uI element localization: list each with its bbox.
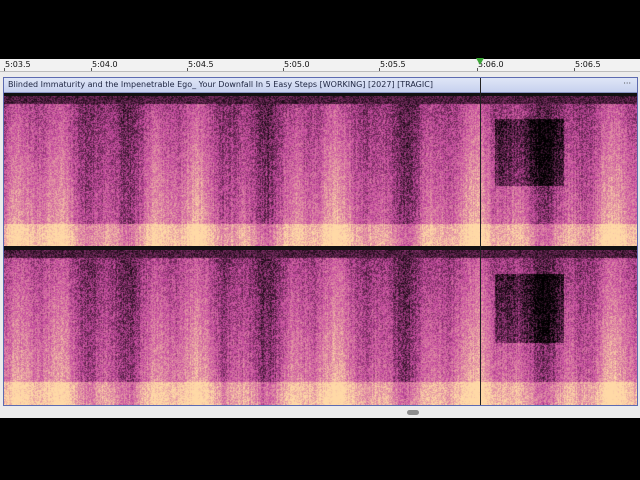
audio-clip[interactable]: Blinded Immaturity and the Impenetrable … bbox=[3, 77, 638, 406]
clip-title: Blinded Immaturity and the Impenetrable … bbox=[8, 80, 433, 89]
horizontal-scrollbar[interactable] bbox=[0, 406, 640, 418]
timeline-ruler[interactable]: 5:03.5 5:04.0 5:04.5 5:05.0 5:05.5 5:06.… bbox=[0, 59, 640, 72]
ruler-tick-label: 5:06.5 bbox=[575, 60, 601, 69]
ruler-tick-mark bbox=[379, 68, 380, 71]
clip-header[interactable]: Blinded Immaturity and the Impenetrable … bbox=[4, 78, 637, 93]
ruler-tick-mark bbox=[477, 68, 478, 71]
ruler-tick-label: 5:03.5 bbox=[5, 60, 31, 69]
ruler-tick-label: 5:04.5 bbox=[188, 60, 214, 69]
ruler-tick-mark bbox=[91, 68, 92, 71]
playhead-triangle-down-icon[interactable] bbox=[476, 58, 484, 65]
ruler-tick-mark bbox=[4, 68, 5, 71]
ruler-tick-mark bbox=[187, 68, 188, 71]
ruler-tick-mark bbox=[283, 68, 284, 71]
ruler-tick-mark bbox=[574, 68, 575, 71]
ellipsis-icon[interactable]: ··· bbox=[623, 78, 631, 90]
track-area: Blinded Immaturity and the Impenetrable … bbox=[0, 72, 640, 418]
spectrogram-view bbox=[4, 250, 637, 405]
scrollbar-thumb[interactable] bbox=[407, 410, 419, 415]
ruler-tick-label: 5:04.0 bbox=[92, 60, 118, 69]
ruler-tick-label: 5:05.0 bbox=[284, 60, 310, 69]
spectrogram-channel-right[interactable] bbox=[4, 250, 637, 405]
ruler-tick-label: 5:05.5 bbox=[380, 60, 406, 69]
playhead-line bbox=[480, 78, 481, 405]
spectrogram-channel-left[interactable] bbox=[4, 96, 637, 246]
spectrogram-view bbox=[4, 96, 637, 246]
